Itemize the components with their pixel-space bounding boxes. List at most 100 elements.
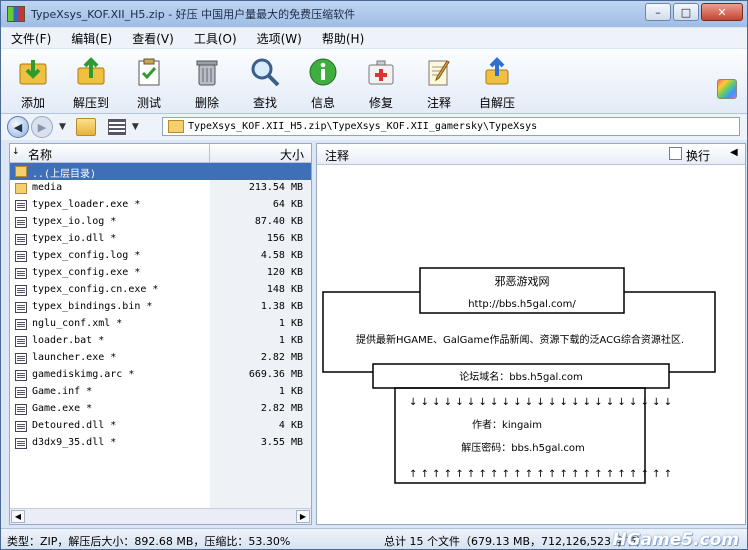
extract-to-button[interactable]: 解压到 (62, 49, 120, 111)
table-row[interactable]: typex_config.log * 4.58 KB (10, 248, 311, 265)
table-row[interactable]: typex_loader.exe * 64 KB (10, 197, 311, 214)
table-row[interactable]: Detoured.dll * 4 KB (10, 418, 311, 435)
menu-help[interactable]: 帮助(H) (312, 30, 374, 47)
clipboard-check-icon (132, 55, 166, 89)
table-row[interactable]: launcher.exe * 2.82 MB (10, 350, 311, 367)
forum-domain-text: 论坛域名：bbs.h5gal.com (459, 370, 583, 383)
menu-file[interactable]: 文件(F) (1, 30, 61, 47)
menu-options[interactable]: 选项(W) (247, 30, 312, 47)
password-text: 解压密码：bbs.h5gal.com (461, 441, 585, 454)
description-text: 提供最新HGAME、GalGame作品新闻、资源下载的泛ACG综合资源社区. (356, 333, 684, 346)
address-bar: ◀ ▶ ▼ ▼ TypeXsys_KOF.XII_H5.zip\TypeXsys… (1, 114, 747, 140)
forward-arrow-icon[interactable]: ▶ (31, 116, 53, 138)
app-logo-icon (7, 6, 25, 22)
status-bar: 类型：ZIP，解压后大小：892.68 MB，压缩比：53.30% 总计 15 … (1, 528, 747, 550)
self-extract-icon (480, 55, 514, 89)
table-row[interactable]: loader.bat * 1 KB (10, 333, 311, 350)
menu-bar: 文件(F) 编辑(E) 查看(V) 工具(O) 选项(W) 帮助(H) (1, 28, 747, 48)
scroll-right-icon[interactable]: ▶ (296, 510, 310, 523)
main-window: TypeXsys_KOF.XII_H5.zip - 好压 中国用户量最大的免费压… (0, 0, 748, 550)
maximize-button[interactable]: □ (673, 3, 699, 21)
file-list-header: ↓ 名称 大小 (10, 144, 311, 163)
watermark-logo: HGame5.com (612, 530, 739, 550)
file-icon (15, 302, 27, 313)
table-row[interactable]: Game.exe * 2.82 MB (10, 401, 311, 418)
path-field[interactable]: TypeXsys_KOF.XII_H5.zip\TypeXsys_KOF.XII… (162, 117, 740, 136)
menu-tools[interactable]: 工具(O) (184, 30, 247, 47)
delete-button[interactable]: 删除 (178, 49, 236, 111)
sort-arrow-icon: ↓ (12, 147, 20, 157)
view-dropdown-icon[interactable]: ▼ (132, 122, 139, 132)
view-mode-icon[interactable] (107, 119, 126, 135)
table-row[interactable]: ..(上层目录) (10, 163, 311, 180)
history-dropdown-icon[interactable]: ▼ (59, 122, 66, 132)
folder-icon (15, 166, 27, 177)
add-button[interactable]: 添加 (4, 49, 62, 111)
file-icon (15, 421, 27, 432)
archive-info-text: 类型：ZIP，解压后大小：892.68 MB，压缩比：53.30% (7, 535, 291, 548)
comment-title: 注释 (325, 149, 350, 163)
file-list-panel: ↓ 名称 大小 ..(上层目录) media 213.54 MB typex_lo… (9, 143, 312, 525)
file-icon (15, 234, 27, 245)
table-row[interactable]: d3dx9_35.dll * 3.55 MB (10, 435, 311, 452)
folder-icon (15, 183, 27, 194)
find-button[interactable]: 查找 (236, 49, 294, 111)
table-row[interactable]: gamediskimg.arc * 669.36 MB (10, 367, 311, 384)
site-url-text: http://bbs.h5gal.com/ (468, 299, 576, 310)
skin-palette-icon[interactable] (717, 79, 737, 99)
magnifier-icon (248, 55, 282, 89)
table-row[interactable]: typex_config.cn.exe * 148 KB (10, 282, 311, 299)
table-row[interactable]: Game.inf * 1 KB (10, 384, 311, 401)
extract-folder-icon (74, 55, 108, 89)
arrows-down-row: ↓↓↓↓↓↓↓↓↓↓↓↓↓↓↓↓↓↓↓↓↓↓↓ (409, 397, 675, 408)
path-text: TypeXsys_KOF.XII_H5.zip\TypeXsys_KOF.XII… (188, 121, 538, 132)
scroll-left-icon[interactable]: ◀ (11, 510, 25, 523)
file-rows: ..(上层目录) media 213.54 MB typex_loader.exe… (10, 163, 311, 452)
back-arrow-icon[interactable]: ◀ (7, 116, 29, 138)
wrap-checkbox[interactable] (669, 147, 682, 160)
folder-icon (168, 120, 184, 133)
toolbar: 添加 解压到 测试 删除 查找 信息 修复 注释 自解压 (1, 49, 747, 114)
sfx-button[interactable]: 自解压 (468, 49, 526, 111)
file-icon (15, 200, 27, 211)
file-icon (15, 251, 27, 262)
comment-panel: 注释 换行 ◀ 邪恶游戏网 http://bbs.h5gal.com/ 提供最新… (316, 143, 746, 525)
file-icon (15, 285, 27, 296)
table-row[interactable]: typex_io.dll * 156 KB (10, 231, 311, 248)
table-row[interactable]: nglu_conf.xml * 1 KB (10, 316, 311, 333)
table-row[interactable]: typex_config.exe * 120 KB (10, 265, 311, 282)
column-size-header[interactable]: 大小 (280, 146, 304, 163)
site-name-text: 邪恶游戏网 (495, 275, 550, 288)
minimize-button[interactable]: – (645, 3, 671, 21)
info-icon (306, 55, 340, 89)
arrows-up-row: ↑↑↑↑↑↑↑↑↑↑↑↑↑↑↑↑↑↑↑↑↑↑↑ (409, 469, 675, 480)
file-icon (15, 336, 27, 347)
author-text: 作者：kingaim (472, 419, 542, 431)
file-icon (15, 268, 27, 279)
table-row[interactable]: typex_io.log * 87.40 KB (10, 214, 311, 231)
total-files-text: 总计 15 个文件（679.13 MB，712,126,523 字节） (384, 535, 648, 548)
column-name-header[interactable]: 名称 (28, 146, 52, 163)
file-icon (15, 370, 27, 381)
test-button[interactable]: 测试 (120, 49, 178, 111)
menu-edit[interactable]: 编辑(E) (61, 30, 122, 47)
comment-button[interactable]: 注释 (410, 49, 468, 111)
info-button[interactable]: 信息 (294, 49, 352, 111)
up-folder-icon[interactable] (75, 118, 96, 136)
comment-header: 注释 换行 ◀ (317, 144, 745, 165)
note-pencil-icon (422, 55, 456, 89)
comment-ascii-art: 邪恶游戏网 http://bbs.h5gal.com/ 提供最新HGAME、Ga… (322, 267, 716, 484)
horizontal-scrollbar[interactable]: ◀ ▶ (10, 508, 311, 524)
first-aid-kit-icon (364, 55, 398, 89)
table-row[interactable]: media 213.54 MB (10, 180, 311, 197)
close-button[interactable]: ✕ (701, 3, 743, 21)
menu-view[interactable]: 查看(V) (122, 30, 184, 47)
table-row[interactable]: typex_bindings.bin * 1.38 KB (10, 299, 311, 316)
add-archive-icon (16, 55, 50, 89)
file-icon (15, 217, 27, 228)
file-icon (15, 387, 27, 398)
file-icon (15, 353, 27, 364)
repair-button[interactable]: 修复 (352, 49, 410, 111)
title-bar: TypeXsys_KOF.XII_H5.zip - 好压 中国用户量最大的免费压… (1, 1, 747, 27)
collapse-icon[interactable]: ◀ (730, 147, 738, 158)
